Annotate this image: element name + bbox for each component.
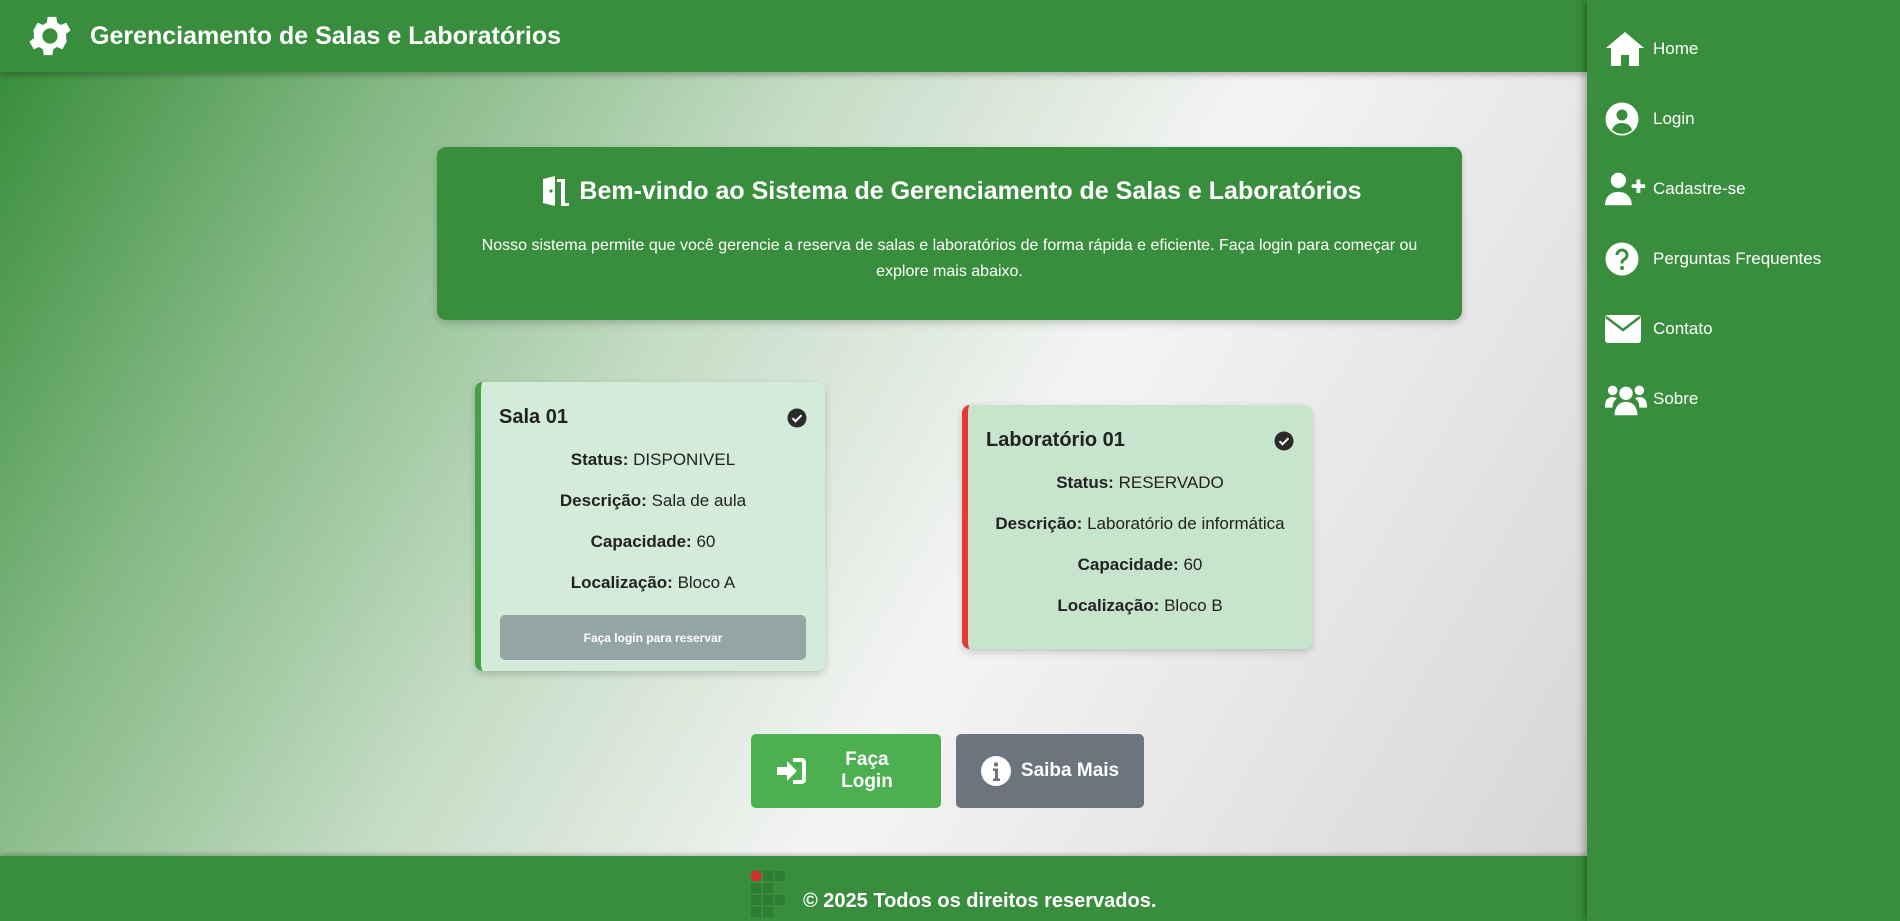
- room-card-header: Sala 01: [481, 382, 825, 429]
- check-circle-icon: [1274, 431, 1294, 450]
- sidebar-item-label: Home: [1653, 39, 1699, 58]
- sidebar-item-label: Contato: [1653, 319, 1713, 338]
- room-card: Laboratório 01 Status: RESERVADO Descriç…: [962, 405, 1312, 649]
- welcome-title-row: Bem-vindo ao Sistema de Gerenciamento de…: [437, 175, 1462, 207]
- login-button[interactable]: Faça Login: [751, 734, 941, 808]
- room-name: Sala 01: [499, 406, 568, 428]
- sidebar-item-label: Perguntas Frequentes: [1653, 249, 1822, 268]
- room-name: Laboratório 01: [986, 429, 1125, 451]
- door-open-icon: [539, 176, 570, 206]
- more-info-button-label: Saiba Mais: [1020, 760, 1120, 781]
- sidebar-item-contact[interactable]: Contato: [1587, 294, 1900, 364]
- sidebar-item-label: Sobre: [1653, 389, 1699, 408]
- sidebar-item-about[interactable]: Sobre: [1587, 364, 1900, 434]
- room-status: Status: RESERVADO: [1056, 473, 1224, 492]
- welcome-title: Bem-vindo ao Sistema de Gerenciamento de…: [579, 176, 1362, 205]
- user-circle-icon: [1605, 99, 1647, 139]
- action-buttons: Faça Login Saiba Mais: [751, 734, 1144, 808]
- sidebar-item-label: Login: [1653, 109, 1695, 128]
- room-card: Sala 01 Status: DISPONIVEL Descrição: Sa…: [475, 382, 825, 671]
- more-info-button[interactable]: Saiba Mais: [956, 734, 1144, 808]
- room-card-header: Laboratório 01: [968, 405, 1312, 452]
- sidebar-item-register[interactable]: Cadastre-se: [1587, 154, 1900, 224]
- room-capacity: Capacidade: 60: [1077, 555, 1203, 574]
- info-circle-icon: [980, 756, 1011, 786]
- envelope-icon: [1605, 309, 1647, 349]
- sidebar-item-faq[interactable]: Perguntas Frequentes: [1587, 224, 1900, 294]
- top-bar: Gerenciamento de Salas e Laboratórios: [0, 0, 1587, 72]
- app-title: Gerenciamento de Salas e Laboratórios: [90, 21, 561, 50]
- welcome-banner: Bem-vindo ao Sistema de Gerenciamento de…: [437, 147, 1462, 320]
- sidebar-item-home[interactable]: Home: [1587, 14, 1900, 84]
- sidebar-item-label: Cadastre-se: [1653, 179, 1746, 198]
- room-status: Status: DISPONIVEL: [570, 450, 736, 469]
- user-plus-icon: [1605, 169, 1647, 209]
- institution-logo: [750, 870, 785, 917]
- copyright-text: © 2025 Todos os direitos reservados.: [803, 890, 1157, 912]
- sidebar-nav: Home Login Cadastre-se Perguntas Frequen…: [1587, 0, 1900, 921]
- room-capacity: Capacidade: 60: [590, 532, 716, 551]
- welcome-text: Nosso sistema permite que você gerencie …: [481, 237, 1418, 280]
- sign-in-icon: [776, 758, 806, 784]
- room-location: Localização: Bloco A: [570, 573, 736, 592]
- reserve-button[interactable]: Faça login para reservar: [500, 615, 806, 660]
- room-description: Descrição: Sala de aula: [559, 491, 747, 510]
- login-button-label: Faça Login: [841, 749, 893, 792]
- gear-icon: [29, 16, 71, 56]
- room-location: Localização: Bloco B: [1057, 596, 1223, 615]
- check-circle-icon: [787, 408, 807, 427]
- sidebar-item-login[interactable]: Login: [1587, 84, 1900, 154]
- users-icon: [1605, 379, 1647, 419]
- room-description: Descrição: Laboratório de informática: [995, 514, 1285, 533]
- home-icon: [1605, 29, 1647, 69]
- question-circle-icon: [1605, 239, 1647, 279]
- footer: © 2025 Todos os direitos reservados.: [0, 856, 1587, 921]
